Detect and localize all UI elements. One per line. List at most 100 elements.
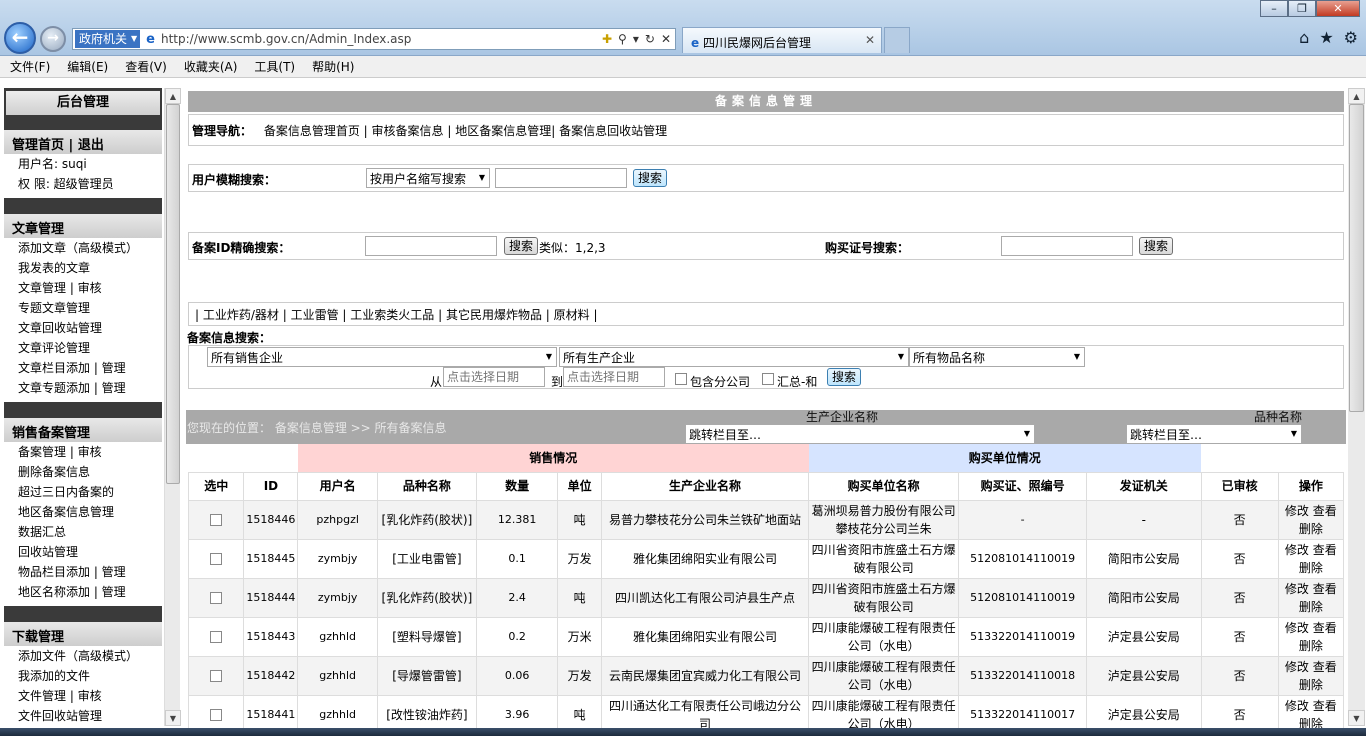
search-icon[interactable]: ⚲ <box>618 32 627 46</box>
producer-jump-select[interactable]: 跳转栏目至… ▼ <box>685 424 1035 444</box>
main-scroll-thumb[interactable] <box>1349 104 1364 412</box>
id-search-input[interactable] <box>365 236 497 256</box>
nav-link-audit[interactable]: 审核备案信息 <box>372 124 444 138</box>
section-articles[interactable]: 文章管理 <box>4 214 162 238</box>
new-tab-button[interactable] <box>884 27 910 53</box>
row-select-checkbox[interactable] <box>210 553 223 565</box>
home-icon[interactable]: ⌂ <box>1299 28 1309 47</box>
category-link[interactable]: 工业索类火工品 <box>350 308 434 322</box>
sidebar-item[interactable]: 文件管理 | 审核 <box>4 686 162 706</box>
edit-link[interactable]: 修改 <box>1285 504 1309 518</box>
section-downloads[interactable]: 下载管理 <box>4 622 162 646</box>
fuzzy-search-input[interactable] <box>495 168 627 188</box>
zone-label[interactable]: 政府机关 <box>75 30 132 48</box>
sidebar-item[interactable]: 添加文章（高级模式） <box>4 238 162 258</box>
sidebar-item[interactable]: 我添加的文件 <box>4 666 162 686</box>
producer-select[interactable]: 所有生产企业 ▼ <box>559 347 909 367</box>
sidebar-item[interactable]: 备案管理 | 审核 <box>4 442 162 462</box>
main-scrollbar[interactable]: ▲ ▼ <box>1348 88 1365 726</box>
sidebar-item[interactable]: 数据汇总 <box>4 522 162 542</box>
menu-favorites[interactable]: 收藏夹(A) <box>184 58 238 75</box>
sidebar-item[interactable]: 物品栏目添加 | 管理 <box>4 562 162 582</box>
category-link[interactable]: 工业雷管 <box>291 308 339 322</box>
category-link[interactable]: 其它民用爆炸物品 <box>446 308 542 322</box>
edit-link[interactable]: 修改 <box>1285 621 1309 635</box>
nav-link-region[interactable]: 地区备案信息管理 <box>455 124 551 138</box>
sidebar-item[interactable]: 回收站管理 <box>4 542 162 562</box>
item-jump-select[interactable]: 跳转栏目至… ▼ <box>1126 424 1302 444</box>
row-select-checkbox[interactable] <box>210 631 223 643</box>
sidebar-scrollbar[interactable]: ▲ ▼ <box>164 88 181 726</box>
category-link[interactable]: 原材料 <box>554 308 590 322</box>
sales-company-select[interactable]: 所有销售企业 ▼ <box>207 347 557 367</box>
category-link[interactable]: 工业炸药/器材 <box>203 308 279 322</box>
summary-checkbox[interactable] <box>762 373 774 385</box>
section-sales-records[interactable]: 销售备案管理 <box>4 418 162 442</box>
sidebar-item[interactable]: 删除备案信息 <box>4 462 162 482</box>
view-link[interactable]: 查看 <box>1313 699 1337 713</box>
view-link[interactable]: 查看 <box>1313 543 1337 557</box>
delete-link[interactable]: 删除 <box>1299 561 1323 575</box>
sidebar-item[interactable]: 我发表的文章 <box>4 258 162 278</box>
back-button-icon[interactable]: ← <box>4 22 36 54</box>
link-logout[interactable]: 退出 <box>78 138 104 153</box>
scroll-up-icon[interactable]: ▲ <box>1348 88 1365 104</box>
fuzzy-search-type-select[interactable]: 按用户名缩写搜索 ▼ <box>366 168 490 188</box>
close-tab-icon[interactable]: ✕ <box>865 33 875 47</box>
item-name-select[interactable]: 所有物品名称 ▼ <box>909 347 1085 367</box>
sidebar-item[interactable]: 地区备案信息管理 <box>4 502 162 522</box>
browser-tab[interactable]: e 四川民爆网后台管理 ✕ <box>682 27 882 53</box>
edit-link[interactable]: 修改 <box>1285 699 1309 713</box>
delete-link[interactable]: 删除 <box>1299 639 1323 653</box>
menu-help[interactable]: 帮助(H) <box>312 58 354 75</box>
address-bar[interactable]: 政府机关 ▼ e http://www.scmb.gov.cn/Admin_In… <box>72 28 676 50</box>
menu-edit[interactable]: 编辑(E) <box>67 58 108 75</box>
include-branch-checkbox[interactable] <box>675 373 687 385</box>
url-text[interactable]: http://www.scmb.gov.cn/Admin_Index.asp <box>161 32 602 46</box>
delete-link[interactable]: 删除 <box>1299 717 1323 729</box>
close-icon[interactable]: ✕ <box>1316 0 1360 17</box>
view-link[interactable]: 查看 <box>1313 582 1337 596</box>
dropdown-icon[interactable]: ▾ <box>633 32 639 46</box>
id-search-button[interactable]: 搜索 <box>504 237 539 255</box>
menu-view[interactable]: 查看(V) <box>125 58 167 75</box>
forward-button-icon[interactable]: → <box>40 26 66 52</box>
sidebar-scroll-thumb[interactable] <box>166 104 180 484</box>
compat-view-icon[interactable]: ✚ <box>602 32 612 46</box>
scroll-up-icon[interactable]: ▲ <box>165 88 181 104</box>
edit-link[interactable]: 修改 <box>1285 660 1309 674</box>
fuzzy-search-button[interactable]: 搜索 <box>633 169 668 187</box>
maximize-icon[interactable]: ❐ <box>1288 0 1316 17</box>
delete-link[interactable]: 删除 <box>1299 522 1323 536</box>
stop-icon[interactable]: ✕ <box>661 32 671 46</box>
sidebar-item[interactable]: 文章栏目添加 | 管理 <box>4 358 162 378</box>
view-link[interactable]: 查看 <box>1313 660 1337 674</box>
tools-gear-icon[interactable]: ⚙ <box>1344 28 1358 47</box>
info-search-button[interactable]: 搜索 <box>827 368 862 386</box>
scroll-down-icon[interactable]: ▼ <box>165 710 181 726</box>
sidebar-item[interactable]: 地区名称添加 | 管理 <box>4 582 162 602</box>
sidebar-item[interactable]: 文章管理 | 审核 <box>4 278 162 298</box>
edit-link[interactable]: 修改 <box>1285 582 1309 596</box>
end-date-input[interactable] <box>563 367 665 387</box>
sidebar-item[interactable]: 文章评论管理 <box>4 338 162 358</box>
delete-link[interactable]: 删除 <box>1299 678 1323 692</box>
menu-tools[interactable]: 工具(T) <box>254 58 295 75</box>
sidebar-item[interactable]: 超过三日内备案的 <box>4 482 162 502</box>
sidebar-item[interactable]: 专题文章管理 <box>4 298 162 318</box>
nav-link-recycle[interactable]: 备案信息回收站管理 <box>559 124 667 138</box>
refresh-icon[interactable]: ↻ <box>645 32 655 46</box>
minimize-icon[interactable]: – <box>1260 0 1288 17</box>
scroll-down-icon[interactable]: ▼ <box>1348 710 1365 726</box>
view-link[interactable]: 查看 <box>1313 504 1337 518</box>
row-select-checkbox[interactable] <box>210 709 223 721</box>
menu-file[interactable]: 文件(F) <box>10 58 50 75</box>
row-select-checkbox[interactable] <box>210 514 223 526</box>
nav-link-home[interactable]: 备案信息管理首页 <box>264 124 360 138</box>
sidebar-item[interactable]: 文章专题添加 | 管理 <box>4 378 162 398</box>
sidebar-item[interactable]: 文件回收站管理 <box>4 706 162 726</box>
row-select-checkbox[interactable] <box>210 670 223 682</box>
cert-search-input[interactable] <box>1001 236 1133 256</box>
sidebar-item[interactable]: 添加文件（高级模式） <box>4 646 162 666</box>
link-admin-home[interactable]: 管理首页 <box>12 138 64 153</box>
